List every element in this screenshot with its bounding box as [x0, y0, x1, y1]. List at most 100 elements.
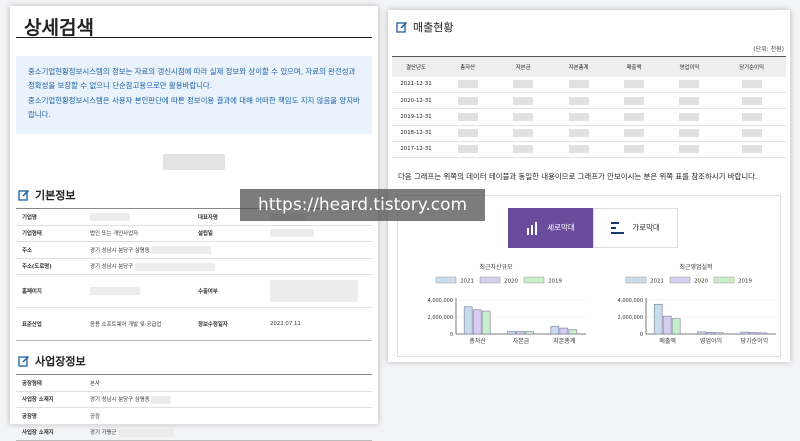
x-tick-label: 자본총계 — [553, 337, 575, 345]
value-cell — [550, 108, 607, 126]
watermark: https://heard.tistory.com — [240, 189, 485, 221]
column-header: 당기순이익 — [717, 56, 786, 77]
column-header: 자본총계 — [550, 56, 607, 77]
bar — [507, 331, 516, 335]
edit-icon — [18, 355, 30, 367]
site-info-title: 사업장정보 — [35, 355, 86, 368]
table-row: 공장명 공장 — [16, 407, 372, 424]
row-value: 법인 또는 개인사업자 — [84, 224, 192, 242]
row-value: 응용 소프트웨어 개발 및 공급업 — [84, 307, 192, 341]
address-text: 경기 성남시 분당구 삼평동 — [90, 247, 150, 254]
row-label: 홈페이지 — [16, 274, 84, 308]
table-row: 2020-12-31 — [392, 92, 786, 110]
row-label: 정보수정일자 — [192, 307, 264, 341]
table-row: 2021-12-31 — [392, 76, 786, 94]
bar — [550, 325, 560, 335]
table-row: 2017-12-31 — [392, 141, 786, 158]
value-cell — [717, 125, 786, 142]
notice-text-1: 중소기업현황정보시스템의 정보는 자료의 갱신시점에 따라 실제 정보와 상이할… — [28, 67, 356, 90]
bar — [671, 318, 681, 335]
notice-box: 중소기업현황정보시스템의 정보는 자료의 갱신시점에 따라 실제 정보와 상이할… — [16, 56, 372, 134]
finance-table: 결산년도 총자산 자본금 자본총계 매출액 영업이익 당기순이익 2021-12… — [392, 56, 786, 158]
row-value: 2022.07.11 — [264, 307, 372, 341]
row-label: 공장형태 — [16, 374, 84, 391]
y-tick-label: 0 — [640, 332, 643, 338]
row-value — [264, 274, 372, 308]
legend-swatch — [713, 276, 735, 284]
table-row: 2018-12-31 — [392, 125, 786, 142]
row-value: 경기 성남시 분당구 삼평동 — [84, 390, 372, 408]
value-cell — [550, 125, 607, 142]
x-tick-label: 매출액 — [659, 337, 676, 345]
row-label: 기업형태 — [16, 224, 84, 242]
x-tick-label: 당기순이익 — [741, 337, 769, 345]
legend-swatch — [669, 276, 691, 284]
y-tick-label: 2,000,000 — [618, 315, 643, 321]
basic-info-table: 기업명 대표자명 기업형태 법인 또는 개인사업자 설립일 주소 경기 성남시 … — [16, 208, 372, 341]
edit-icon — [18, 189, 30, 201]
chart-title-performance: 최근영업실적 — [679, 263, 713, 271]
unit-label: (단위: 천원) — [753, 46, 784, 53]
y-tick-label: 4,000,000 — [428, 298, 453, 304]
row-label: 사업장 소재지 — [16, 423, 84, 441]
value-cell — [717, 76, 786, 94]
value-cell — [495, 125, 551, 142]
edit-icon — [396, 21, 408, 33]
row-value: 경기 가평군 — [84, 423, 372, 441]
bar — [472, 309, 482, 335]
value-cell — [550, 92, 607, 110]
value-cell — [661, 108, 718, 126]
notice-text-2: 중소기업현황정보시스템은 사용자 본인판단에 따른 정보이용 결과에 대해 어떠… — [28, 96, 360, 119]
bar — [525, 331, 534, 335]
legend-swatch — [435, 276, 457, 284]
hidden-button[interactable] — [163, 154, 225, 170]
bar — [749, 332, 759, 335]
homepage-link[interactable] — [84, 274, 192, 308]
bar — [463, 306, 473, 335]
value-cell — [606, 92, 662, 110]
value-cell — [606, 141, 662, 158]
table-row: 사업장 소재지 경기 성남시 분당구 삼평동 — [16, 390, 372, 408]
column-header: 결산년도 — [392, 56, 440, 77]
y-tick-label: 4,000,000 — [618, 298, 643, 304]
road-address-text: 경기 성남시 분당구 — [90, 264, 134, 270]
table-row: 홈페이지 수출여부 — [16, 274, 372, 308]
table-row: 사업장 소재지 경기 가평군 — [16, 423, 372, 441]
x-tick-label: 총자산 — [469, 337, 486, 345]
tab-horizontal-bar[interactable]: 가로막대 — [593, 207, 678, 248]
row-label: 주소(도로명) — [16, 257, 84, 275]
bar — [516, 331, 525, 335]
value-cell — [495, 76, 551, 94]
asset-bar-chart: 2021 2020 2019 4,000,000 2,000,000 0 총자산 자본금 자본총… — [428, 276, 586, 345]
value-cell — [661, 92, 718, 110]
value-cell — [550, 141, 607, 158]
bar — [568, 329, 578, 335]
value-cell — [440, 108, 496, 126]
row-label: 수출여부 — [192, 274, 264, 308]
value-cell — [717, 92, 786, 110]
table-row: 공장형태 본사 — [16, 374, 372, 391]
year-cell: 2021-12-31 — [392, 76, 440, 94]
bar — [662, 315, 672, 335]
year-cell: 2019-12-31 — [392, 108, 440, 126]
sales-title: 매출현황 — [413, 21, 454, 34]
legend-swatch — [479, 276, 501, 284]
value-cell — [661, 76, 718, 94]
year-cell: 2020-12-31 — [392, 92, 440, 110]
row-label: 표준산업 — [16, 307, 84, 341]
site-address-text: 경기 성남시 분당구 삼평동 — [90, 397, 150, 403]
table-row: 2019-12-31 — [392, 108, 786, 126]
tab-vertical-bar[interactable]: 세로막대 — [508, 207, 593, 248]
legend-label: 2020 — [694, 278, 708, 284]
value-cell — [550, 76, 607, 94]
row-label: 사업장 소재지 — [16, 390, 84, 408]
legend-label: 2021 — [460, 278, 474, 284]
row-value — [264, 224, 372, 242]
value-cell — [495, 92, 551, 110]
row-value: 경기 성남시 분당구 — [84, 257, 372, 275]
row-value — [84, 208, 192, 225]
tab-horizontal-label: 가로막대 — [632, 223, 660, 233]
site-info-table: 공장형태 본사 사업장 소재지 경기 성남시 분당구 삼평동 공장명 공장 사업… — [16, 374, 372, 441]
bar — [715, 332, 724, 335]
bar — [559, 327, 569, 335]
